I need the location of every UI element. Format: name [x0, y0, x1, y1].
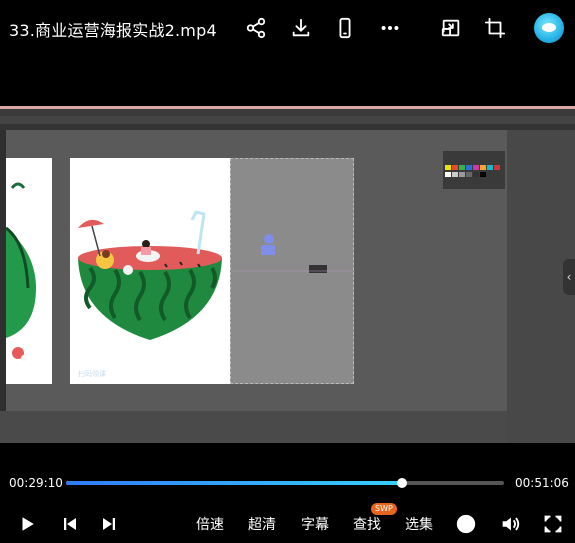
eye-icon[interactable]: [454, 513, 478, 535]
previous-button[interactable]: [58, 513, 82, 535]
subtitle-button[interactable]: 字幕: [301, 514, 329, 534]
progress-thumb[interactable]: [396, 478, 407, 488]
video-frame[interactable]: 扫码领课 ‹: [0, 106, 575, 443]
side-collapse-handle[interactable]: ‹: [563, 259, 575, 295]
next-button[interactable]: [97, 513, 121, 535]
picture-in-picture-icon[interactable]: [437, 14, 465, 42]
swatches-panel: [443, 151, 505, 189]
share-icon[interactable]: [242, 14, 270, 42]
fullscreen-icon[interactable]: [541, 513, 565, 535]
search-button[interactable]: 查找: [353, 514, 381, 534]
right-artboard: [230, 158, 355, 384]
speed-button[interactable]: 倍速: [196, 514, 224, 534]
playlist-button[interactable]: 选集: [405, 514, 433, 534]
avatar[interactable]: [534, 13, 564, 43]
left-artboard: [5, 158, 52, 384]
app-option-bar: [0, 116, 575, 124]
progress-bar[interactable]: [66, 478, 504, 488]
app-tab-bar: [0, 124, 575, 130]
main-artboard: 扫码领课: [70, 158, 230, 384]
top-bar: 33.商业运营海报实战2.mp4: [0, 0, 575, 56]
quality-button[interactable]: 超清: [248, 514, 276, 534]
current-time: 00:29:10: [9, 476, 63, 490]
watermark-text: 扫码领课: [78, 369, 106, 378]
video-title: 33.商业运营海报实战2.mp4: [9, 21, 217, 40]
download-icon[interactable]: [287, 14, 315, 42]
volume-icon[interactable]: [498, 513, 522, 535]
play-button[interactable]: [15, 513, 39, 535]
total-time: 00:51:06: [515, 476, 569, 490]
app-menu-bar: [0, 109, 575, 116]
crop-icon[interactable]: [481, 14, 509, 42]
app-status-bar: [0, 411, 507, 443]
progress-fill: [66, 481, 402, 485]
more-icon[interactable]: [376, 14, 404, 42]
phone-icon[interactable]: [331, 14, 359, 42]
